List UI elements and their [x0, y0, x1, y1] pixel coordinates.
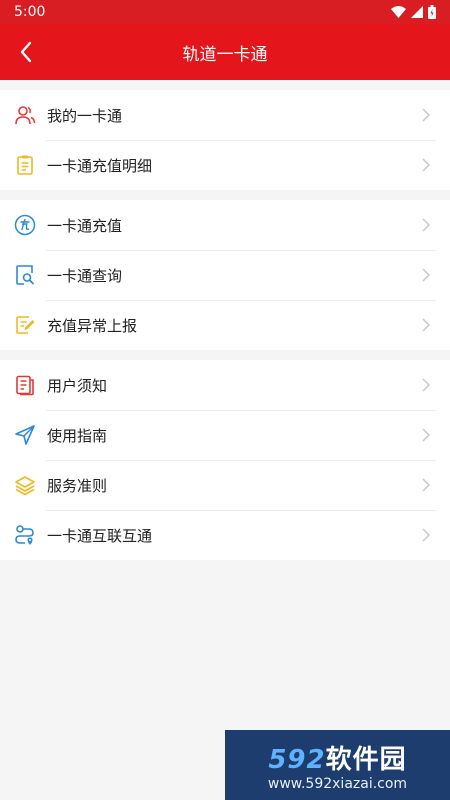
- wifi-icon: [391, 6, 406, 18]
- menu-item-user-guide[interactable]: 使用指南: [0, 410, 450, 460]
- back-button[interactable]: [10, 36, 42, 68]
- menu-item-service-rules[interactable]: 服务准则: [0, 460, 450, 510]
- chevron-right-icon: [416, 525, 436, 545]
- menu-item-card-query[interactable]: 一卡通查询: [0, 250, 450, 300]
- menu-group-recharge: 一卡通充值 一卡通查询 充值异常上报: [0, 200, 450, 350]
- chevron-right-icon: [416, 315, 436, 335]
- signal-icon: [411, 6, 423, 18]
- menu-item-label: 一卡通充值: [47, 216, 123, 235]
- route-icon: [14, 524, 36, 546]
- layers-icon: [14, 474, 36, 496]
- menu-item-report-anomaly[interactable]: 充值异常上报: [0, 300, 450, 350]
- menu-item-user-notice[interactable]: 用户须知: [0, 360, 450, 410]
- battery-icon: [428, 5, 436, 19]
- status-bar: 5:00: [0, 0, 450, 24]
- menu-item-label: 一卡通查询: [47, 266, 123, 285]
- menu-item-my-card[interactable]: 我的一卡通: [0, 90, 450, 140]
- watermark-logo: 592软件园 www.592xiazai.com: [225, 730, 450, 800]
- menu-item-label: 一卡通充值明细: [47, 156, 153, 175]
- chevron-right-icon: [416, 215, 436, 235]
- menu-item-label: 我的一卡通: [47, 106, 123, 125]
- menu-item-interconnect[interactable]: 一卡通互联互通: [0, 510, 450, 560]
- menu-item-label: 用户须知: [47, 376, 108, 395]
- menu-item-label: 服务准则: [47, 476, 108, 495]
- menu-item-recharge-details[interactable]: 一卡通充值明细: [0, 140, 450, 190]
- recharge-icon: [14, 214, 36, 236]
- chevron-right-icon: [416, 375, 436, 395]
- navigation-arrow-icon: [14, 424, 36, 446]
- page-title: 轨道一卡通: [182, 44, 268, 65]
- user-icon: [14, 104, 36, 126]
- watermark-url: www.592xiazai.com: [267, 775, 408, 792]
- back-arrow-icon: [20, 41, 32, 63]
- chevron-right-icon: [416, 425, 436, 445]
- chevron-right-icon: [416, 105, 436, 125]
- status-time: 5:00: [14, 4, 46, 20]
- menu-item-label: 使用指南: [47, 426, 108, 445]
- status-icons: [391, 5, 436, 19]
- document-search-icon: [14, 264, 36, 286]
- menu-item-label: 充值异常上报: [47, 316, 138, 335]
- chevron-right-icon: [416, 265, 436, 285]
- clipboard-list-icon: [14, 154, 36, 176]
- menu-group-account: 我的一卡通 一卡通充值明细: [0, 90, 450, 190]
- chevron-right-icon: [416, 475, 436, 495]
- app-bar: 轨道一卡通: [0, 24, 450, 80]
- menu-group-info: 用户须知 使用指南 服务准则 一卡通互联互通: [0, 360, 450, 560]
- menu-item-label: 一卡通互联互通: [47, 526, 153, 545]
- menu-item-recharge[interactable]: 一卡通充值: [0, 200, 450, 250]
- edit-report-icon: [14, 314, 36, 336]
- chevron-right-icon: [416, 155, 436, 175]
- watermark-title: 592软件园: [268, 744, 407, 775]
- notice-icon: [14, 374, 36, 396]
